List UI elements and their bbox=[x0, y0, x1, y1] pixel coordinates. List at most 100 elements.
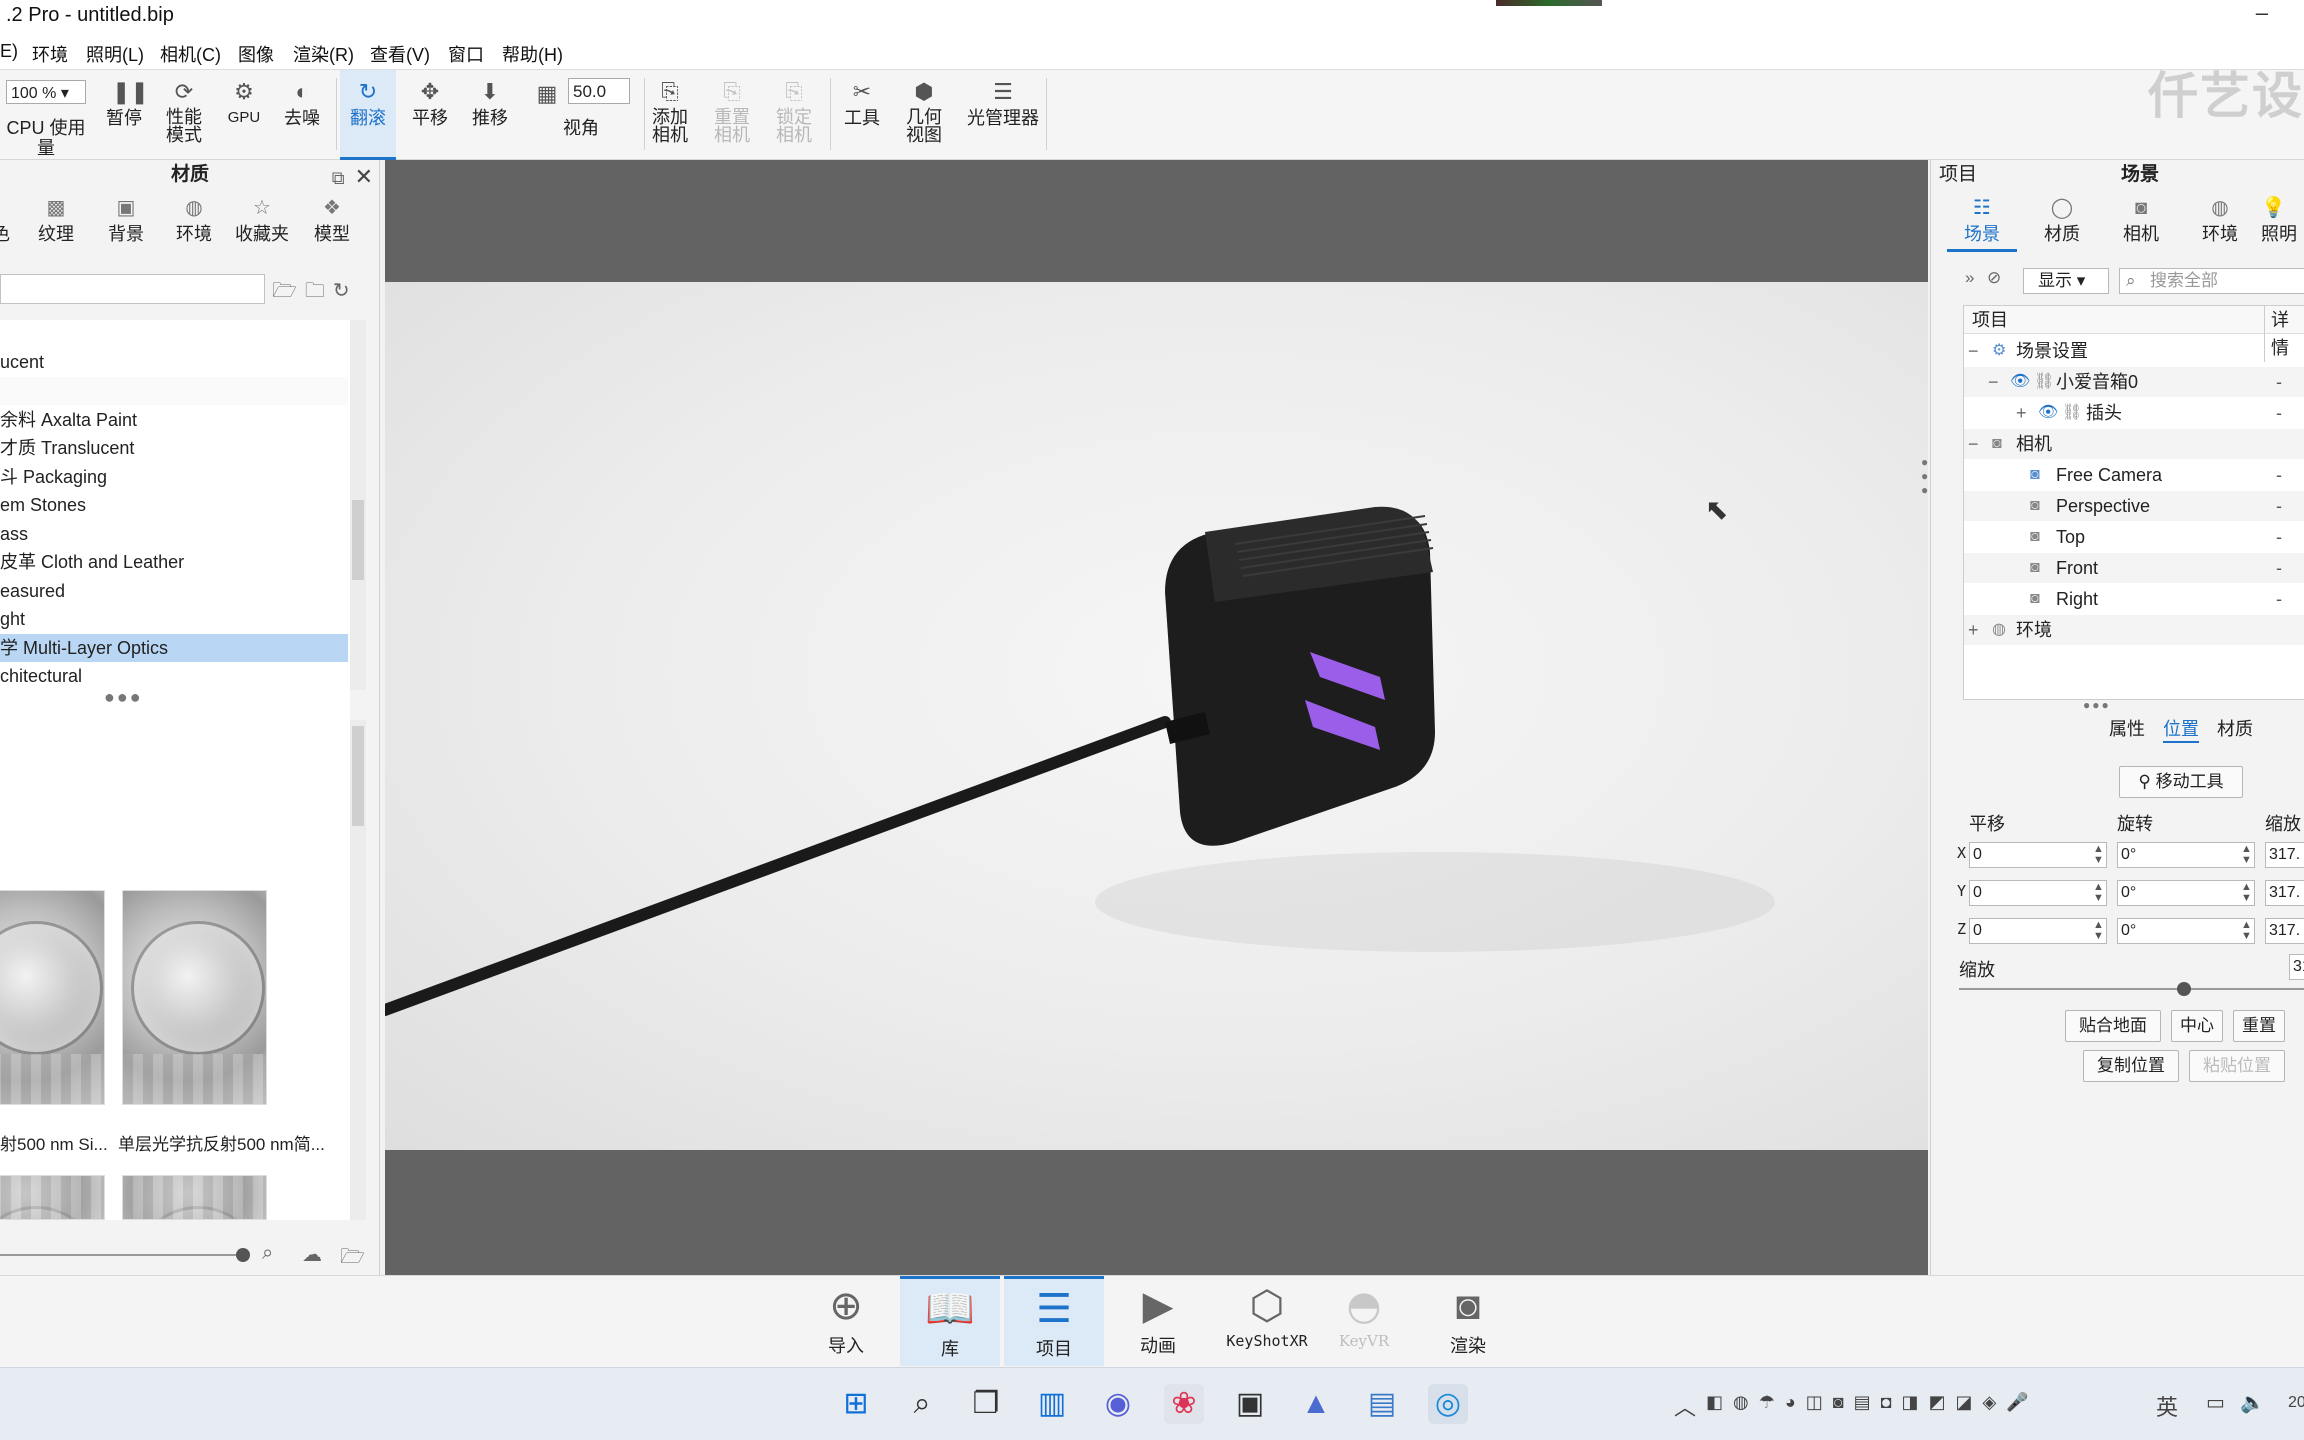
menu-window[interactable]: 窗口 bbox=[448, 41, 484, 67]
menu-environment[interactable]: 环境 bbox=[32, 41, 68, 67]
center-button[interactable]: 中心 bbox=[2171, 1010, 2223, 1042]
stepper-icon[interactable]: ▲ ▼ bbox=[2241, 920, 2252, 942]
add-camera-button[interactable]: ⎘ 添加 相机 bbox=[648, 70, 692, 160]
eye-icon[interactable]: 👁 bbox=[2038, 398, 2058, 428]
tab-material-sub[interactable]: 材质 bbox=[2217, 715, 2253, 741]
folder-open-icon[interactable]: 🗁 bbox=[272, 280, 305, 302]
import-button[interactable]: ⊕ 导入 bbox=[796, 1276, 896, 1366]
move-tool-button[interactable]: ⚲ 移动工具 bbox=[2119, 766, 2243, 798]
render-scene[interactable] bbox=[385, 282, 1928, 1150]
keyshotxr-button[interactable]: ⬡ KeyShotXR bbox=[1212, 1276, 1322, 1366]
tab-models[interactable]: ❖ 模型 bbox=[310, 196, 354, 246]
thumbnail-size-slider[interactable] bbox=[0, 1254, 240, 1256]
denoise-button[interactable]: ◐ 去噪 bbox=[276, 70, 328, 160]
tree-row-scene-settings[interactable]: − ⚙ 场景设置 - bbox=[1964, 336, 2304, 366]
rotate-z-input[interactable]: 0° bbox=[2117, 918, 2255, 944]
list-item[interactable]: easured bbox=[0, 577, 348, 605]
app-icon[interactable]: ❀ bbox=[1164, 1384, 1204, 1424]
expand-icon[interactable]: + bbox=[1968, 615, 1979, 645]
cpu-usage-button[interactable]: CPU 使用量 bbox=[0, 70, 92, 160]
app-icon[interactable]: ▲ bbox=[1296, 1384, 1336, 1424]
menu-view[interactable]: 查看(V) bbox=[370, 41, 430, 67]
translate-y-input[interactable]: 0 bbox=[1969, 880, 2107, 906]
stepper-icon[interactable]: ▲ ▼ bbox=[2093, 882, 2104, 904]
scrollbar-thumb[interactable] bbox=[352, 726, 364, 826]
stepper-icon[interactable]: ▲ ▼ bbox=[2241, 844, 2252, 866]
visibility-filter-icon[interactable]: ⊘ bbox=[1987, 268, 2001, 294]
uniform-scale-slider[interactable] bbox=[1959, 982, 2304, 996]
menu-edit[interactable]: E) bbox=[0, 41, 18, 62]
app-icon[interactable]: ▣ bbox=[1230, 1384, 1270, 1424]
search-icon[interactable]: ⌕ bbox=[902, 1384, 942, 1424]
task-view-icon[interactable]: ❐ bbox=[966, 1384, 1006, 1424]
geometry-view-button[interactable]: ⬢ 几何 视图 bbox=[902, 70, 946, 160]
stepper-icon[interactable]: ▲ ▼ bbox=[2241, 882, 2252, 904]
tumble-button[interactable]: ↻ 翻滚 bbox=[340, 70, 396, 160]
gpu-button[interactable]: ⚙ GPU bbox=[218, 70, 270, 160]
library-button[interactable]: 📖 库 bbox=[900, 1276, 1000, 1366]
list-item[interactable]: 斗 Packaging bbox=[0, 463, 348, 491]
tab-backgrounds[interactable]: ▣ 背景 bbox=[104, 196, 148, 246]
tab-camera[interactable]: ◙ 相机 bbox=[2106, 196, 2176, 252]
app-icon[interactable]: ▤ bbox=[1362, 1384, 1402, 1424]
render-viewport[interactable]: ⬉ bbox=[385, 160, 1928, 1275]
thumbnail-scrollbar[interactable] bbox=[350, 720, 366, 1220]
snap-to-ground-button[interactable]: 贴合地面 bbox=[2065, 1010, 2161, 1042]
reset-camera-button[interactable]: ⎘ 重置 相机 bbox=[710, 70, 754, 160]
tree-row-camera[interactable]: ◙ Perspective - bbox=[1964, 491, 2304, 521]
ime-indicator[interactable]: 英 bbox=[2156, 1390, 2178, 1422]
library-search-input[interactable] bbox=[0, 274, 265, 304]
menu-image[interactable]: 图像 bbox=[238, 41, 274, 67]
tab-favorites[interactable]: ☆ 收藏夹 bbox=[232, 196, 292, 246]
menu-camera[interactable]: 相机(C) bbox=[160, 41, 221, 67]
list-item[interactable]: chitectural bbox=[0, 662, 348, 690]
volume-icon[interactable]: 🔈 bbox=[2240, 1390, 2265, 1415]
list-item[interactable]: ucent bbox=[0, 348, 348, 376]
rotate-y-input[interactable]: 0° bbox=[2117, 880, 2255, 906]
tree-row-camera[interactable]: ◙ Free Camera - bbox=[1964, 460, 2304, 490]
scene-search-input[interactable]: ⌕ 搜索全部 bbox=[2119, 268, 2304, 294]
network-icon[interactable]: ▭ bbox=[2206, 1390, 2225, 1415]
eye-icon[interactable]: 👁 bbox=[2010, 367, 2030, 397]
translate-x-input[interactable]: 0 bbox=[1969, 842, 2107, 868]
tab-material[interactable]: ◯ 材质 bbox=[2027, 196, 2097, 252]
tree-row-camera[interactable]: ◙ Right - bbox=[1964, 584, 2304, 614]
tab-environment[interactable]: ◍ 环境 bbox=[2185, 196, 2255, 252]
list-item[interactable]: em Stones bbox=[0, 491, 348, 519]
chat-icon[interactable]: ◉ bbox=[1098, 1384, 1138, 1424]
stepper-icon[interactable]: ▲ ▼ bbox=[2093, 844, 2104, 866]
windows-start-icon[interactable]: ⊞ bbox=[836, 1384, 876, 1424]
tools-button[interactable]: ✂ 工具 bbox=[838, 70, 886, 160]
paste-position-button[interactable]: 粘贴位置 bbox=[2189, 1050, 2285, 1082]
tab-position[interactable]: 位置 bbox=[2163, 715, 2199, 743]
material-thumbnail[interactable] bbox=[122, 890, 267, 1105]
splitter-handle[interactable]: ●●● bbox=[2083, 698, 2111, 712]
tree-row-cameras[interactable]: − ◙ 相机 bbox=[1964, 429, 2304, 459]
rotate-x-input[interactable]: 0° bbox=[2117, 842, 2255, 868]
menu-help[interactable]: 帮助(H) bbox=[502, 41, 563, 67]
list-item[interactable]: 才质 Translucent bbox=[0, 434, 348, 462]
keyshot-app-icon[interactable]: ◎ bbox=[1428, 1384, 1468, 1424]
collapse-icon[interactable]: − bbox=[1968, 336, 1979, 366]
dolly-button[interactable]: ⬇ 推移 bbox=[462, 70, 518, 160]
tray-icons[interactable]: ◧◍☂◕◫◙▤◘◨◩◪◈🎤 bbox=[1706, 1392, 2039, 1413]
tray-overflow-icon[interactable]: ︿ bbox=[1674, 1390, 1696, 1422]
minimize-button[interactable]: – bbox=[2256, 0, 2268, 26]
scale-z-input[interactable]: 317. bbox=[2265, 918, 2304, 944]
keyvr-button[interactable]: ◓ KeyVR bbox=[1314, 1276, 1414, 1366]
animation-button[interactable]: ▶ 动画 bbox=[1108, 1276, 1208, 1366]
render-button[interactable]: ◙ 渲染 bbox=[1418, 1276, 1518, 1366]
list-item[interactable]: 皮革 Cloth and Leather bbox=[0, 548, 348, 576]
scale-y-input[interactable]: 317. bbox=[2265, 880, 2304, 906]
tree-row-camera[interactable]: ◙ Top - bbox=[1964, 522, 2304, 552]
performance-mode-button[interactable]: ⟳ 性能 模式 bbox=[158, 70, 210, 160]
pan-button[interactable]: ✥ 平移 bbox=[402, 70, 458, 160]
reset-button[interactable]: 重置 bbox=[2233, 1010, 2285, 1042]
collapse-icon[interactable]: − bbox=[1968, 429, 1979, 459]
widgets-icon[interactable]: ▥ bbox=[1032, 1384, 1072, 1424]
upload-icon[interactable]: ☁ bbox=[302, 1242, 322, 1267]
tree-row-model[interactable]: − 👁 ⛓ 小爱音箱0 - bbox=[1964, 367, 2304, 397]
refresh-icon[interactable]: ↻ bbox=[333, 280, 358, 302]
light-manager-button[interactable]: ☰ 光管理器 bbox=[960, 70, 1046, 160]
scale-x-input[interactable]: 317. bbox=[2265, 842, 2304, 868]
